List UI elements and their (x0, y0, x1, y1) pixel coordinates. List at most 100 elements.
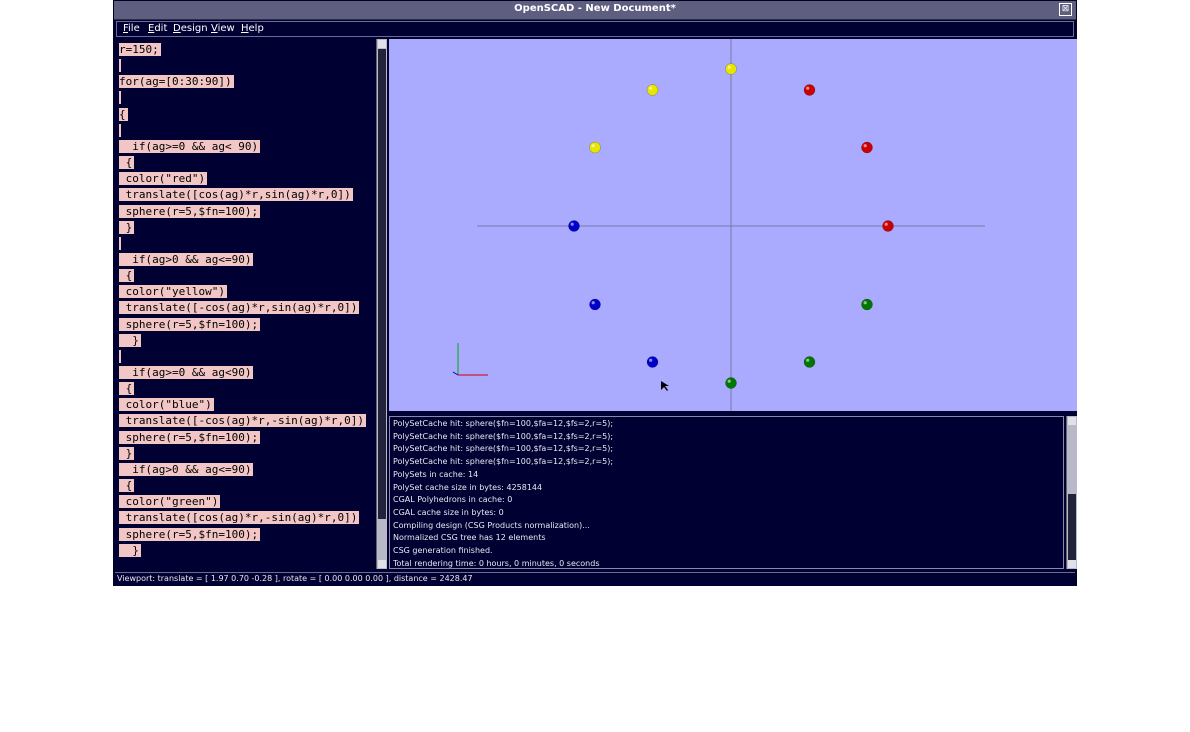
code-line-text: color("blue") (119, 398, 214, 412)
code-line[interactable] (119, 91, 121, 105)
code-line[interactable]: { (119, 479, 135, 493)
sphere-highlight (649, 86, 653, 90)
code-line[interactable]: } (119, 220, 135, 235)
code-line[interactable]: translate([cos(ag)*r,sin(ag)*r,0]) (119, 188, 353, 202)
code-line-text (119, 123, 121, 137)
console-scrollbar[interactable] (1066, 416, 1077, 569)
sphere-yellow (646, 84, 659, 96)
console-line: PolySet cache size in bytes: 4258144 (393, 482, 543, 492)
code-line[interactable]: color("blue") (119, 398, 214, 412)
console-scroll-up-icon[interactable] (1068, 417, 1076, 425)
code-line[interactable]: sphere(r=5,$fn=100); (119, 430, 261, 445)
sphere-blue (646, 356, 659, 368)
viewport-scene (452, 39, 985, 411)
sphere-highlight (727, 379, 731, 383)
menu-view[interactable]: View (211, 23, 235, 34)
code-line[interactable]: if(ag>=0 && ag< 90) (119, 139, 261, 154)
sphere-highlight (649, 358, 653, 362)
code-line-text: sphere(r=5,$fn=100); (119, 317, 261, 331)
code-line[interactable]: translate([-cos(ag)*r,sin(ag)*r,0]) (119, 301, 360, 315)
viewport-status-text: Viewport: translate = [ 1.97 0.70 -0.28 … (117, 574, 473, 583)
code-line[interactable]: } (119, 446, 135, 461)
code-line-text: if(ag>=0 && ag< 90) (119, 139, 261, 153)
code-line-text: translate([-cos(ag)*r,-sin(ag)*r,0]) (119, 414, 367, 428)
code-line-text: translate([-cos(ag)*r,sin(ag)*r,0]) (119, 301, 360, 315)
axes-indicator-icon (452, 343, 488, 376)
code-line-text (119, 236, 121, 250)
sphere-highlight (570, 222, 574, 226)
code-line[interactable] (119, 349, 121, 364)
code-line[interactable]: color("red") (119, 172, 208, 186)
code-line[interactable]: color("yellow") (119, 285, 227, 299)
code-line[interactable]: translate([cos(ag)*r,-sin(ag)*r,0]) (119, 511, 360, 525)
menu-design[interactable]: Design (173, 23, 208, 34)
menu-bar: File Edit Design View Help (116, 21, 1074, 37)
code-line-text: translate([cos(ag)*r,sin(ag)*r,0]) (119, 188, 353, 202)
code-line[interactable]: for(ag=[0:30:90]) (119, 75, 234, 89)
code-line-text: color("yellow") (119, 285, 227, 299)
code-line[interactable]: sphere(r=5,$fn=100); (119, 317, 261, 332)
code-line[interactable] (119, 123, 121, 138)
console-scroll-thumb[interactable] (1068, 494, 1076, 560)
code-line[interactable]: { (119, 156, 135, 170)
code-line[interactable]: if(ag>0 && ag<=90) (119, 462, 254, 477)
window-title: OpenSCAD - New Document* (514, 3, 676, 14)
code-line-text: color("green") (119, 495, 221, 509)
close-icon[interactable]: ⊠ (1059, 3, 1072, 16)
scroll-up-arrow-icon[interactable] (378, 40, 386, 48)
menu-help[interactable]: Help (241, 23, 264, 34)
code-line-text: sphere(r=5,$fn=100); (119, 430, 261, 444)
code-line-text: } (119, 220, 135, 234)
code-line[interactable]: { (119, 269, 135, 283)
code-line-text: { (119, 382, 135, 396)
code-line-text: r=150; (119, 43, 161, 56)
sphere-highlight (591, 301, 595, 305)
editor-scrollbar[interactable] (376, 39, 387, 569)
menu-edit[interactable]: Edit (148, 23, 167, 34)
sphere-green (725, 377, 737, 389)
sphere-highlight (591, 144, 595, 148)
code-editor[interactable]: r=150; for(ag=[0:30:90]) { if(ag>=0 && ag<… (116, 39, 374, 569)
code-line[interactable]: sphere(r=5,$fn=100); (119, 204, 261, 219)
code-line-text: { (119, 107, 128, 121)
code-line-text: { (119, 479, 135, 493)
console-line: PolySetCache hit: sphere($fn=100,$fa=12,… (393, 444, 614, 454)
code-line-text: color("red") (119, 172, 208, 186)
console-line: PolySetCache hit: sphere($fn=100,$fa=12,… (393, 457, 614, 467)
console-line: CGAL Polyhedrons in cache: 0 (393, 495, 513, 505)
code-line-text: } (119, 543, 141, 557)
code-line[interactable] (119, 59, 121, 73)
editor-scroll-thumb[interactable] (378, 49, 386, 519)
code-line[interactable]: { (119, 107, 128, 122)
code-line[interactable]: } (119, 543, 141, 558)
code-line-text: { (119, 269, 135, 283)
code-line-text (119, 59, 121, 73)
code-line-text (119, 91, 121, 105)
code-line-text: translate([cos(ag)*r,-sin(ag)*r,0]) (119, 511, 360, 525)
code-line[interactable]: { (119, 382, 135, 396)
sphere-green (861, 298, 873, 311)
console-line: Total rendering time: 0 hours, 0 minutes… (393, 558, 600, 568)
code-line[interactable]: sphere(r=5,$fn=100); (119, 527, 261, 542)
code-line-text: sphere(r=5,$fn=100); (119, 527, 261, 541)
code-line-text: sphere(r=5,$fn=100); (119, 204, 261, 218)
code-line[interactable]: } (119, 333, 141, 348)
scroll-down-arrow-icon[interactable] (378, 560, 386, 568)
sphere-red (882, 220, 894, 232)
sphere-red (803, 84, 816, 96)
code-line[interactable]: r=150; (119, 43, 161, 57)
code-line[interactable]: if(ag>0 && ag<=90) (119, 252, 254, 267)
menu-file[interactable]: File (123, 23, 140, 34)
code-line[interactable]: translate([-cos(ag)*r,-sin(ag)*r,0]) (119, 414, 367, 428)
title-bar[interactable]: OpenSCAD - New Document* ⊠ (114, 1, 1076, 20)
console-scroll-down-icon[interactable] (1068, 560, 1076, 568)
sphere-yellow (725, 63, 737, 75)
3d-viewport[interactable] (389, 39, 1077, 411)
code-line[interactable]: color("green") (119, 495, 221, 509)
console-line: CGAL cache size in bytes: 0 (393, 507, 504, 517)
sphere-highlight (806, 358, 810, 362)
code-line-text: for(ag=[0:30:90]) (119, 75, 234, 89)
code-line[interactable]: if(ag>=0 && ag<90) (119, 366, 254, 380)
code-line[interactable] (119, 236, 121, 251)
console-output[interactable]: PolySetCache hit: sphere($fn=100,$fa=12,… (389, 416, 1064, 569)
